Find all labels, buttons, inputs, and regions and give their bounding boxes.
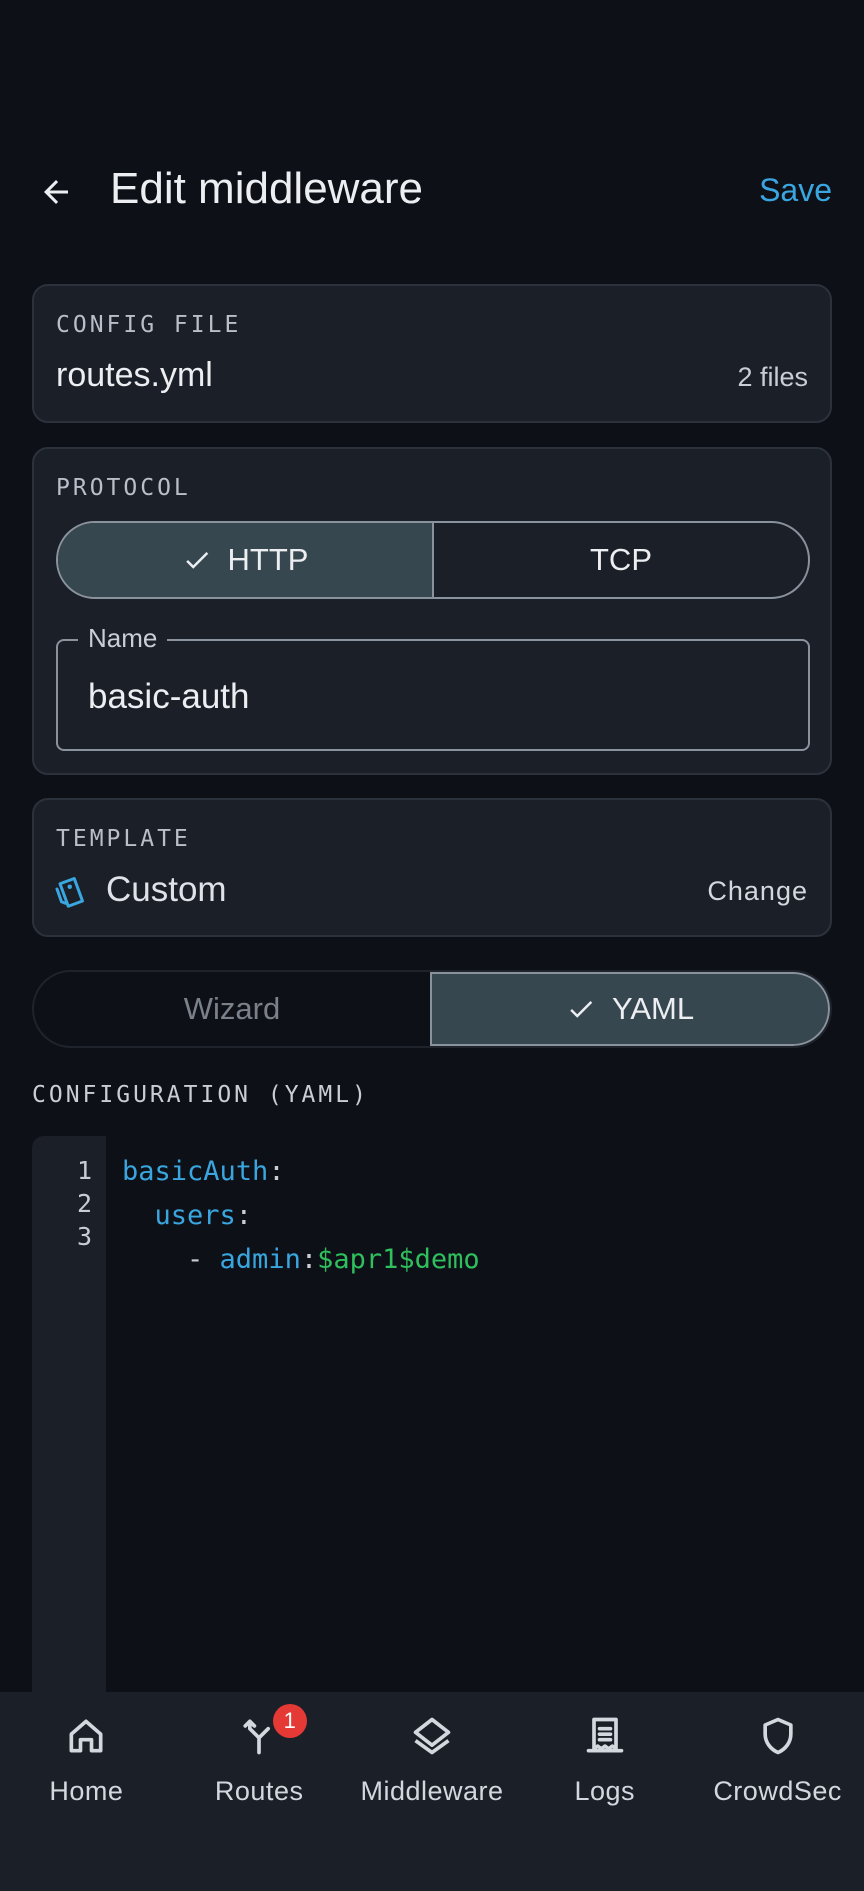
nav-label: CrowdSec — [713, 1776, 842, 1806]
protocol-label: PROTOCOL — [56, 475, 191, 501]
nav-item-logs[interactable]: Logs — [518, 1692, 691, 1891]
protocol-option-label: HTTP — [227, 542, 309, 577]
template-card: TEMPLATE Custom Change — [32, 798, 832, 937]
mode-option-label: Wizard — [183, 991, 281, 1026]
yaml-key: admin — [219, 1244, 301, 1275]
nav-item-routes[interactable]: 1 Routes — [173, 1692, 346, 1891]
line-number-gutter: 1 2 3 — [32, 1136, 106, 1692]
back-button[interactable] — [34, 170, 78, 214]
nav-label: Routes — [214, 1776, 304, 1806]
editor-title: CONFIGURATION (YAML) — [32, 1082, 369, 1108]
page-title: Edit middleware — [110, 164, 424, 213]
layers-icon — [413, 1717, 451, 1755]
protocol-card: PROTOCOL HTTP TCP Name basic-auth — [32, 447, 832, 775]
nav-label: Middleware — [360, 1776, 504, 1806]
mode-option-wizard[interactable]: Wizard — [34, 972, 430, 1046]
config-file-card[interactable]: CONFIG FILE routes.yml 2 files — [32, 284, 832, 423]
shield-icon — [762, 1717, 793, 1755]
protocol-toggle: HTTP TCP — [56, 521, 810, 599]
code-line: users: — [154, 1200, 253, 1231]
top-app-bar: Edit middleware Save — [0, 150, 864, 230]
config-file-label: CONFIG FILE — [56, 312, 242, 338]
bottom-navigation: Home 1 Routes Middleware Logs CrowdSec — [0, 1692, 864, 1891]
yaml-key: users — [154, 1200, 236, 1231]
nav-item-home[interactable]: Home — [0, 1692, 173, 1891]
nav-label: Home — [49, 1776, 124, 1806]
code-line: - admin:$apr1$demo — [187, 1244, 480, 1275]
home-icon — [69, 1719, 103, 1753]
yaml-key: basicAuth — [122, 1156, 269, 1187]
check-icon — [570, 1001, 593, 1018]
arrow-back-icon — [44, 180, 68, 204]
save-button[interactable]: Save — [759, 172, 832, 209]
template-value: Custom — [106, 870, 227, 909]
template-icon — [55, 877, 84, 908]
nav-item-crowdsec[interactable]: CrowdSec — [691, 1692, 864, 1891]
mode-toggle: Wizard YAML — [32, 970, 832, 1048]
protocol-option-label: TCP — [590, 542, 652, 577]
protocol-option-tcp[interactable]: TCP — [432, 523, 808, 597]
mode-option-label: YAML — [611, 991, 695, 1026]
config-file-value: routes.yml — [56, 356, 213, 394]
yaml-editor[interactable]: 1 2 3 basicAuth: users: - admin:$apr1$de… — [32, 1136, 832, 1692]
template-label: TEMPLATE — [56, 826, 191, 852]
change-template-button[interactable]: Change — [707, 876, 808, 907]
check-icon — [185, 552, 208, 569]
code-line: basicAuth: — [122, 1156, 285, 1187]
mode-option-yaml[interactable]: YAML — [430, 972, 830, 1046]
nav-label: Logs — [574, 1776, 636, 1806]
line-number: 2 — [76, 1189, 92, 1218]
line-number: 3 — [76, 1222, 92, 1251]
config-file-count: 2 files — [737, 362, 808, 392]
routes-badge: 1 — [272, 1704, 307, 1738]
receipt-icon — [586, 1717, 624, 1753]
protocol-option-http[interactable]: HTTP — [58, 523, 432, 597]
name-field[interactable]: Name basic-auth — [56, 623, 810, 751]
yaml-value: $apr1$demo — [317, 1244, 480, 1275]
nav-item-middleware[interactable]: Middleware — [346, 1692, 519, 1891]
line-number: 1 — [76, 1156, 92, 1185]
name-field-value[interactable]: basic-auth — [88, 677, 249, 717]
name-field-label: Name — [78, 623, 168, 654]
